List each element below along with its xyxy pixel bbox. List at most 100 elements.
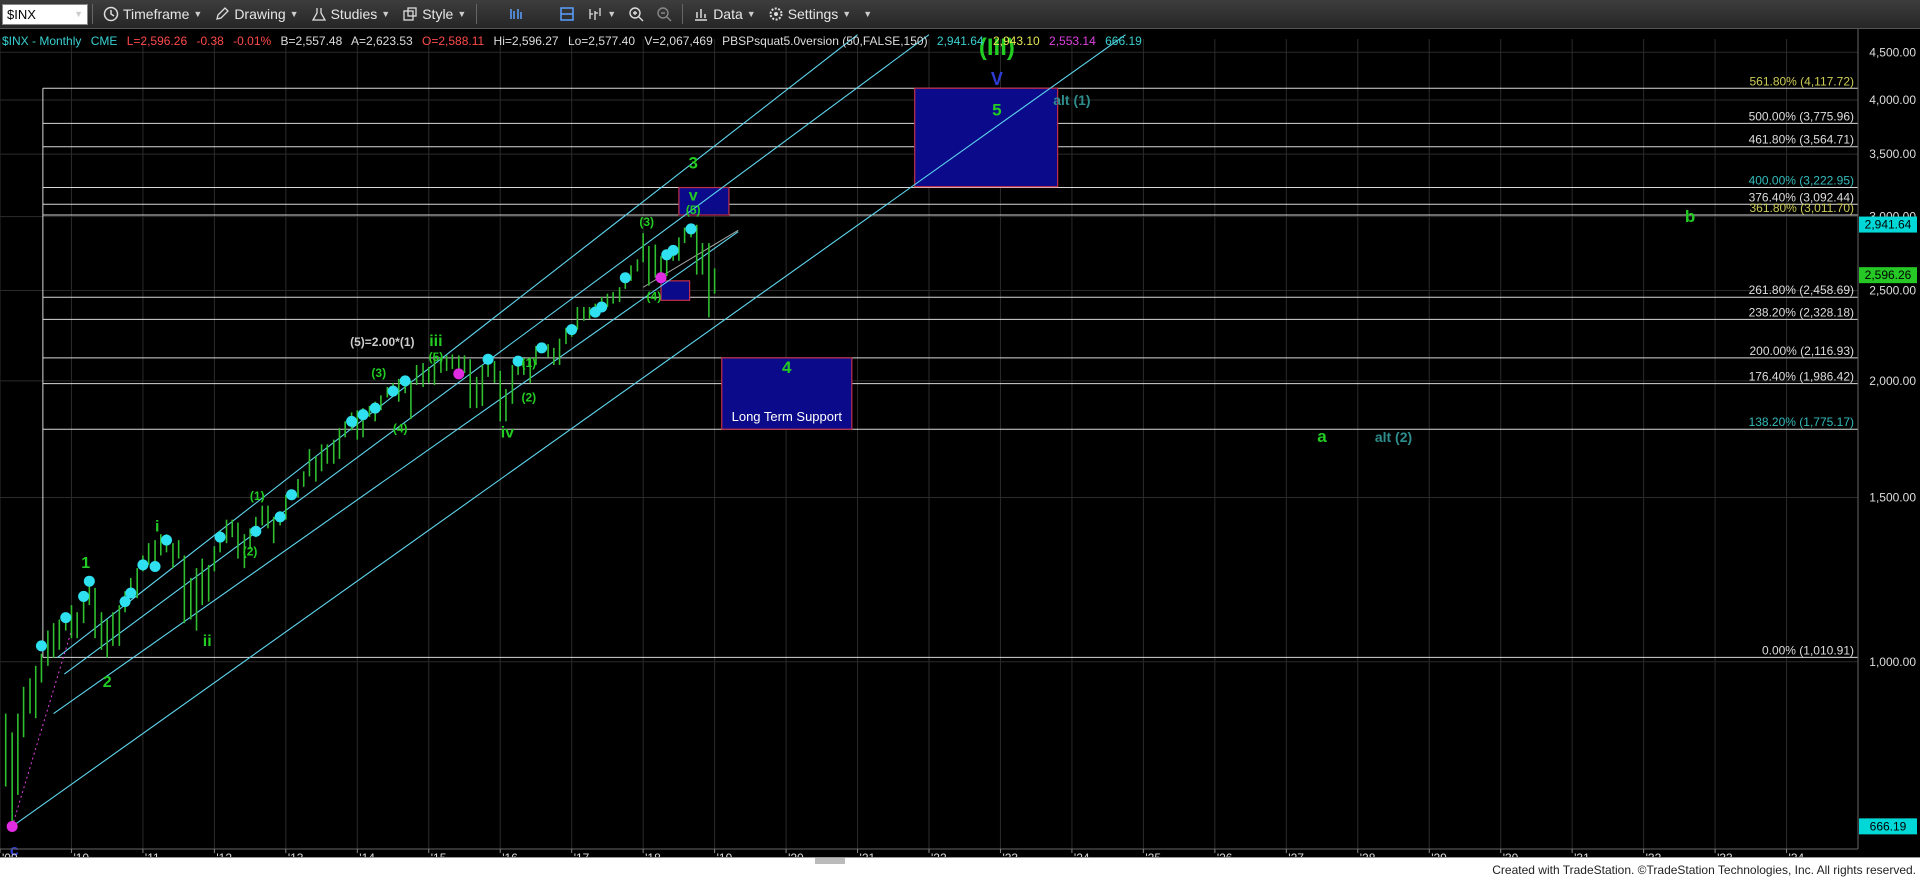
studies-button[interactable]: Studies ▼ [305,1,397,27]
header-study-value-2: 2,943.10 [993,34,1040,48]
signal-dot-cyan [536,342,548,354]
signal-dot-cyan [357,409,369,421]
chevron-down-icon[interactable]: ▼ [74,9,83,19]
window-button[interactable] [553,1,581,27]
scrollbar-thumb[interactable] [815,858,845,864]
chevron-down-icon: ▼ [381,9,391,19]
separator [92,4,93,24]
header-line: $INX - Monthly CME L=2,596.26 -0.38 -0.0… [2,34,1142,48]
chart-type-button[interactable]: ▼ [581,1,622,27]
signal-dot-cyan [161,534,173,546]
chevron-down-icon: ▼ [863,9,873,19]
wave-label: 2 [103,674,112,691]
chart-canvas[interactable]: 561.80% (4,117.72) 500.00% (3,775.96) 461.… [0,29,1920,880]
clock-icon [103,6,119,22]
style-button[interactable]: Style ▼ [396,1,472,27]
header-study-value-4: 666.19 [1105,34,1142,48]
chart-area[interactable]: 561.80% (4,117.72) 500.00% (3,775.96) 461.… [0,29,1920,880]
zoom-out-icon [657,7,672,22]
header-exchange: CME [91,34,118,48]
fib-level-label: 561.80% (4,117.72) [1749,74,1854,88]
box-wave-label: 4 [782,358,792,377]
wave-label: (3) [639,215,654,229]
fib-level-label: 361.80% (3,011.70) [1749,201,1854,215]
flask-icon [311,8,326,21]
header-study: PBSPsquat5.0version (50,FALSE,150) [722,34,927,48]
wave-label: V [991,69,1003,89]
pencil-icon [216,7,230,20]
data-button[interactable]: Data ▼ [687,1,762,27]
y-tick-label: 2,500.00 [1869,283,1916,297]
chart-type-icon [589,8,601,20]
wave-label: 5 [992,101,1001,120]
wave-label: (5) [686,203,701,217]
chevron-down-icon: ▼ [607,9,617,19]
y-tick-label: 2,000.00 [1869,374,1916,388]
style-label: Style [422,6,454,22]
separator [682,4,684,24]
y-tick-label: 4,000.00 [1869,93,1916,107]
toolbar-overflow-button[interactable]: ▼ [857,1,878,27]
header-study-value-1: 2,941.64 [937,34,984,48]
signal-dot-cyan [125,587,137,599]
gear-icon [769,7,783,21]
signal-dot-cyan [667,244,679,256]
wave-label: ii [203,633,212,650]
header-change: -0.38 [196,34,224,48]
chevron-down-icon: ▼ [457,9,467,19]
header-high: Hi=2,596.27 [494,34,559,48]
y-tick-label: 4,500.00 [1869,45,1916,59]
price-badge-text: 2,941.64 [1865,218,1912,232]
price-badge-text: 666.19 [1870,819,1907,833]
header-volume: V=2,067,469 [644,34,713,48]
timeframe-button[interactable]: Timeframe ▼ [97,1,208,27]
chevron-down-icon: ▼ [842,9,852,19]
y-tick-label: 3,500.00 [1869,147,1916,161]
data-label: Data [713,6,743,22]
fib-level-label: 238.20% (2,328.18) [1749,305,1854,319]
wave-label: iv [501,424,514,441]
signal-dot-cyan [619,272,631,284]
target-box [914,87,1059,188]
settings-label: Settings [787,6,839,22]
wave-label: alt (1) [1053,92,1090,108]
signal-dot-cyan [78,590,90,602]
signal-dot-cyan [35,640,47,652]
signal-dot-cyan [60,612,72,624]
chevron-down-icon: ▼ [746,9,756,19]
header-last: L=2,596.26 [127,34,188,48]
signal-dot-cyan [685,223,697,235]
header-bid: B=2,557.48 [281,34,343,48]
fib-level-label: 500.00% (3,775.96) [1749,109,1854,123]
fib-level-label: 138.20% (1,775.17) [1749,415,1854,429]
separator [476,4,478,24]
drawing-button[interactable]: Drawing ▼ [208,1,304,27]
signal-dot-cyan [214,531,226,543]
zoom-out-button[interactable] [650,1,678,27]
fib-level-label: 176.40% (1,986.42) [1749,370,1854,384]
wave-label: (4) [393,422,408,436]
signal-dot-cyan [596,301,608,313]
wave-label: a [1317,427,1327,446]
bar-spacing-button[interactable] [481,1,553,27]
wave-label: (2) [521,391,536,405]
signal-dot-cyan [346,415,358,427]
wave-label: (5) [429,350,444,364]
symbol-input[interactable]: $INX ▼ [2,3,88,25]
wave-label: (3) [371,366,386,380]
fib-level-label: 0.00% (1,010.91) [1762,643,1854,657]
signal-dot-cyan [482,353,494,365]
zoom-in-button[interactable] [622,1,650,27]
signal-dot-magenta [655,272,667,284]
symbol-text: $INX [7,6,36,22]
price-badge-text: 2,596.26 [1865,268,1912,282]
wave-label: v [689,188,698,205]
fib-level-label: 200.00% (2,116.93) [1749,344,1854,358]
signal-dot-cyan [399,375,411,387]
bars-icon [510,9,523,19]
y-tick-label: 1,000.00 [1869,655,1916,669]
signal-dot-cyan [387,385,399,397]
chevron-down-icon: ▼ [289,9,299,19]
signal-dot-cyan [369,402,381,414]
settings-button[interactable]: Settings ▼ [762,1,858,27]
